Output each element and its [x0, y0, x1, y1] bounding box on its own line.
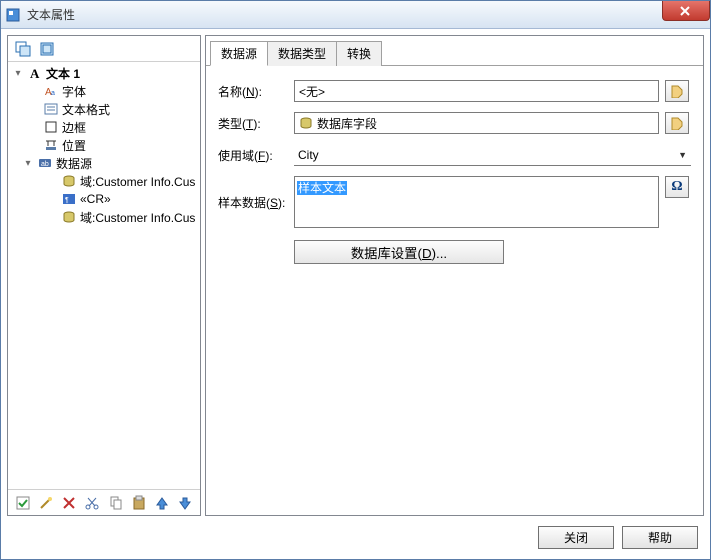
dialog-window: 文本属性 ▾ A 文本 1: [0, 0, 711, 560]
sample-label: 样本数据(S):: [218, 194, 288, 211]
tree-panel: ▾ A 文本 1 Aa 字体 文本格式 边框: [7, 35, 201, 516]
main-area: ▾ A 文本 1 Aa 字体 文本格式 边框: [7, 35, 704, 516]
collapse-button[interactable]: [36, 38, 58, 60]
expand-button[interactable]: [12, 38, 34, 60]
dialog-footer: 关闭 帮助: [7, 522, 704, 553]
border-icon: [43, 119, 59, 135]
move-down-button[interactable]: [175, 492, 196, 514]
tree-item-position[interactable]: 位置: [8, 136, 200, 154]
tab-transform[interactable]: 转换: [336, 41, 382, 66]
delete-icon: [61, 495, 77, 511]
text-icon: A: [27, 65, 43, 81]
tag-icon: [670, 116, 684, 130]
omega-button[interactable]: Ω: [665, 176, 689, 198]
arrow-up-icon: [154, 495, 170, 511]
db-settings-button[interactable]: 数据库设置(D)...: [294, 240, 504, 264]
delete-button[interactable]: [59, 492, 80, 514]
copy-icon: [108, 495, 124, 511]
move-up-button[interactable]: [152, 492, 173, 514]
svg-text:¶: ¶: [65, 197, 69, 204]
tree-item-ds-field-2[interactable]: 域:Customer Info.Cus: [8, 208, 200, 226]
tab-datatype[interactable]: 数据类型: [267, 41, 337, 66]
form-body: 名称(N): 类型(T): 数据库字段 使用域(F): City ▼ 样本数据(…: [206, 66, 703, 278]
cut-button[interactable]: [82, 492, 103, 514]
domain-label: 使用域(F):: [218, 147, 288, 164]
tree-item-ds-cr[interactable]: ¶ «CR»: [8, 190, 200, 208]
name-label: 名称(N):: [218, 83, 288, 100]
font-icon: Aa: [43, 83, 59, 99]
tree-toolbar-top: [8, 36, 200, 62]
type-label: 类型(T):: [218, 115, 288, 132]
tree-item-ds-field-1[interactable]: 域:Customer Info.Cus: [8, 172, 200, 190]
wizard-button[interactable]: [12, 492, 33, 514]
close-button[interactable]: 关闭: [538, 526, 614, 549]
twisty-icon[interactable]: ▾: [12, 68, 24, 79]
content-area: ▾ A 文本 1 Aa 字体 文本格式 边框: [1, 29, 710, 559]
tree-item-datasource[interactable]: ▾ ab 数据源: [8, 154, 200, 172]
tool-button[interactable]: [35, 492, 56, 514]
property-tree[interactable]: ▾ A 文本 1 Aa 字体 文本格式 边框: [8, 62, 200, 489]
close-window-button[interactable]: [662, 1, 710, 21]
svg-text:a: a: [51, 90, 55, 97]
tree-root[interactable]: ▾ A 文本 1: [8, 64, 200, 82]
properties-panel: 数据源 数据类型 转换 名称(N): 类型(T): 数据库字段 使用域(F):: [205, 35, 704, 516]
copy-button[interactable]: [105, 492, 126, 514]
tree-item-textformat[interactable]: 文本格式: [8, 100, 200, 118]
db-icon: [61, 173, 77, 189]
sample-textarea[interactable]: 样本文本: [294, 176, 659, 228]
paste-button[interactable]: [128, 492, 149, 514]
position-icon: [43, 137, 59, 153]
datasource-icon: ab: [37, 155, 53, 171]
close-icon: [680, 6, 692, 16]
wand-icon: [38, 495, 54, 511]
tree-toolbar-bottom: [8, 489, 200, 515]
domain-dropdown[interactable]: City ▼: [294, 144, 691, 166]
tag-icon: [670, 84, 684, 98]
omega-icon: Ω: [671, 179, 682, 195]
svg-text:ab: ab: [41, 161, 49, 168]
expand-icon: [15, 41, 31, 57]
twisty-icon[interactable]: ▾: [22, 158, 34, 169]
collapse-icon: [39, 41, 55, 57]
textformat-icon: [43, 101, 59, 117]
titlebar: 文本属性: [1, 1, 710, 29]
db-icon: [299, 116, 313, 130]
name-input[interactable]: [294, 80, 659, 102]
tab-datasource[interactable]: 数据源: [210, 41, 268, 66]
help-button[interactable]: 帮助: [622, 526, 698, 549]
svg-text:A: A: [30, 66, 40, 80]
tree-item-font[interactable]: Aa 字体: [8, 82, 200, 100]
db-icon: [61, 209, 77, 225]
chevron-down-icon: ▼: [678, 150, 687, 160]
type-browse-button[interactable]: [665, 112, 689, 134]
app-icon: [5, 7, 21, 23]
tab-strip: 数据源 数据类型 转换: [206, 36, 703, 66]
window-title: 文本属性: [27, 6, 75, 23]
name-browse-button[interactable]: [665, 80, 689, 102]
scissors-icon: [84, 495, 100, 511]
paste-icon: [131, 495, 147, 511]
wizard-icon: [15, 495, 31, 511]
type-combo[interactable]: 数据库字段: [294, 112, 659, 134]
arrow-down-icon: [177, 495, 193, 511]
cr-icon: ¶: [61, 191, 77, 207]
tree-item-border[interactable]: 边框: [8, 118, 200, 136]
